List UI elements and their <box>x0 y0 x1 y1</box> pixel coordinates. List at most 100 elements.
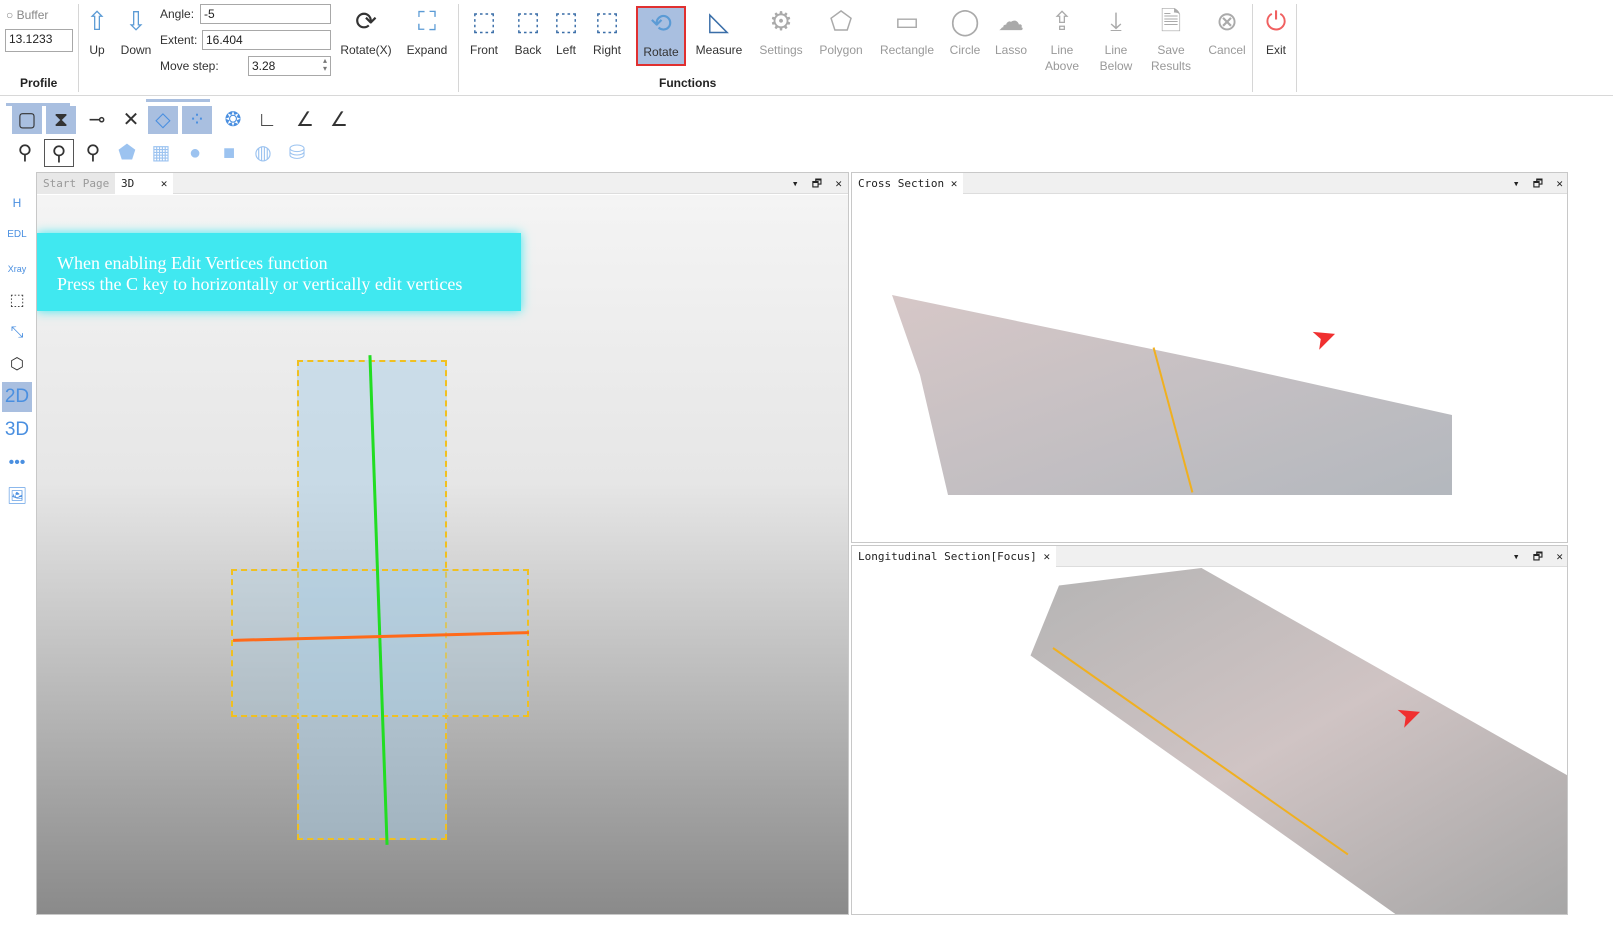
cube-right-icon: ⬚ <box>594 6 620 36</box>
select-cube-icon[interactable]: ❂ <box>218 106 248 134</box>
buffer-input[interactable]: 13.1233 <box>5 29 73 52</box>
button-label: Settings <box>759 43 803 57</box>
lasso-button[interactable]: ☁ Lasso <box>992 4 1030 58</box>
spinner-arrows-icon[interactable]: ▴ ▾ <box>323 57 327 73</box>
extent-input[interactable]: 16.404 <box>202 30 331 50</box>
more-dots-icon[interactable]: ••• <box>2 448 32 478</box>
longitudinal-section-view[interactable]: ➤ <box>852 568 1567 914</box>
cloud-xray-icon[interactable]: Xray <box>2 254 32 284</box>
right-angle-icon[interactable]: ∟ <box>252 106 282 134</box>
save-results-button[interactable]: 🗎 Save Results <box>1148 4 1194 74</box>
front-button[interactable]: ⬚ Front <box>466 4 502 58</box>
tab-cross-label: Cross Section <box>858 177 945 190</box>
tab-3d-label: 3D <box>121 177 135 190</box>
point-cloud-3d-view[interactable]: When enabling Edit Vertices function Pre… <box>37 195 848 914</box>
cancel-circle-icon: ⊗ <box>1216 6 1238 36</box>
notice-line-1: When enabling Edit Vertices function <box>57 253 328 273</box>
node-box-select-icon[interactable]: ⚲ <box>44 139 74 167</box>
close-icon[interactable]: ✕ <box>951 177 958 190</box>
measure-button[interactable]: ◺ Measure <box>692 4 746 58</box>
tab-3d[interactable]: 3D ✕ <box>115 173 174 194</box>
button-label: Circle <box>949 43 981 57</box>
move-step-value: 3.28 <box>252 59 276 73</box>
move-step-label: Move step: <box>160 59 219 73</box>
angle-delete-icon[interactable]: ∠ <box>324 106 354 134</box>
left-button[interactable]: ⬚ Left <box>548 4 584 58</box>
image-icon[interactable]: 🖼 <box>2 482 32 512</box>
gear-icon: ⚙ <box>769 6 793 36</box>
upload-icon: ⇪ <box>1051 6 1073 36</box>
button-label: Polygon <box>819 43 863 57</box>
edit-vertices-icon[interactable]: ◇ <box>148 106 178 134</box>
button-label: Rectangle <box>879 43 935 57</box>
hourglass-vertex-tool-icon[interactable]: ⧗ <box>46 106 76 134</box>
longitudinal-section-panel: Longitudinal Section[Focus] ✕ ▾ 🗗 ✕ ➤ <box>851 545 1568 915</box>
panel-controls[interactable]: ▾ 🗗 ✕ <box>1513 173 1563 194</box>
rect-vertex-tool-icon[interactable]: ▢ <box>12 106 42 134</box>
line-point-tool-icon[interactable]: ⊸ <box>82 106 112 134</box>
up-button[interactable]: ⇧ Up <box>84 4 110 58</box>
panel-controls[interactable]: ▾ 🗗 ✕ <box>1513 546 1563 567</box>
cube-front-icon: ⬚ <box>471 6 497 36</box>
rotate-button[interactable]: ⟲ Rotate <box>636 6 686 66</box>
buffer-label: Buffer <box>16 8 49 22</box>
tab-start-page[interactable]: Start Page <box>37 173 116 194</box>
rotate-x-button[interactable]: ⟳ Rotate(X) <box>338 4 394 58</box>
view-2d-button[interactable]: 2D <box>2 382 32 412</box>
cancel-button[interactable]: ⊗ Cancel <box>1206 4 1248 58</box>
expand-corners-icon: ⛶ <box>417 6 437 36</box>
angle-input[interactable]: -5 <box>200 4 331 24</box>
line-above-button[interactable]: ⇪ Line Above <box>1040 4 1084 74</box>
circle-select-icon[interactable]: ● <box>180 139 210 167</box>
expand-button[interactable]: ⛶ Expand <box>404 4 450 58</box>
close-icon[interactable]: ✕ <box>1043 550 1050 563</box>
pentagon-select-icon[interactable]: ⬟ <box>112 139 142 167</box>
close-icon[interactable]: ✕ <box>161 177 168 190</box>
tab-longitudinal-section[interactable]: Longitudinal Section[Focus] ✕ <box>852 546 1057 567</box>
down-button[interactable]: ⇩ Down <box>118 4 154 58</box>
bounding-box-icon[interactable]: ⬚ <box>2 286 32 316</box>
sphere-select-icon[interactable]: ◍ <box>248 139 278 167</box>
polygon-button[interactable]: ⬠ Polygon <box>816 4 866 58</box>
cloud-h-icon[interactable]: H <box>2 188 32 218</box>
down-label: Down <box>120 43 152 57</box>
fullscreen-arrows-icon[interactable]: ⤡ <box>2 318 32 348</box>
cube-back-icon: ⬚ <box>515 6 541 36</box>
cylinder-select-icon[interactable]: ⛁ <box>282 139 312 167</box>
back-button[interactable]: ⬚ Back <box>508 4 548 58</box>
cross-section-view[interactable]: ➤ <box>852 195 1567 542</box>
button-label: Cancel <box>1208 43 1246 57</box>
view-3d-button[interactable]: 3D <box>2 415 32 445</box>
move-step-spinner[interactable]: 3.28 ▴ ▾ <box>248 56 331 76</box>
rect-select-icon[interactable]: ▦ <box>146 139 176 167</box>
angle-label: Angle: <box>160 7 195 21</box>
square-select-icon[interactable]: ■ <box>214 139 244 167</box>
rectangle-button[interactable]: ▭ Rectangle <box>878 4 936 58</box>
node-cut-icon[interactable]: ⚲ <box>78 139 108 167</box>
cloud-edl-icon[interactable]: EDL <box>2 220 32 250</box>
expand-label: Expand <box>406 43 448 57</box>
exit-button[interactable]: ⏻ Exit <box>1258 4 1294 58</box>
line-below-button[interactable]: ⤓ Line Below <box>1094 4 1138 74</box>
rotate-icon: ⟲ <box>650 8 672 38</box>
tab-cross-section[interactable]: Cross Section ✕ <box>852 173 964 194</box>
buffer-radio[interactable]: ○ Buffer <box>6 8 48 22</box>
panel-controls[interactable]: ▾ 🗗 ✕ <box>792 173 842 194</box>
tab-longitudinal-label: Longitudinal Section[Focus] <box>858 550 1037 563</box>
edit-vertices-notice: When enabling Edit Vertices function Pre… <box>37 233 521 311</box>
settings-button[interactable]: ⚙ Settings <box>758 4 804 58</box>
3d-view-panel: Start Page 3D ✕ ▾ 🗗 ✕ When enabling Edit… <box>36 172 849 915</box>
cross-point-tool-icon[interactable]: ✕ <box>116 106 146 134</box>
button-label: Line Below <box>1099 43 1133 73</box>
arrow-down-icon: ⇩ <box>125 6 147 36</box>
circle-button[interactable]: ◯ Circle <box>946 4 984 58</box>
functions-group-title: Functions <box>659 76 717 90</box>
focus-points-icon[interactable]: ⁘ <box>182 106 212 134</box>
right-button[interactable]: ⬚ Right <box>588 4 626 58</box>
download-icon: ⤓ <box>1110 6 1122 36</box>
angle-tool-icon[interactable]: ∠ <box>290 106 320 134</box>
node-select-icon[interactable]: ⚲ <box>10 139 40 167</box>
button-label: Rotate <box>643 45 679 59</box>
cube-view-icon[interactable]: ⬡ <box>2 350 32 380</box>
button-label: Left <box>555 43 576 57</box>
